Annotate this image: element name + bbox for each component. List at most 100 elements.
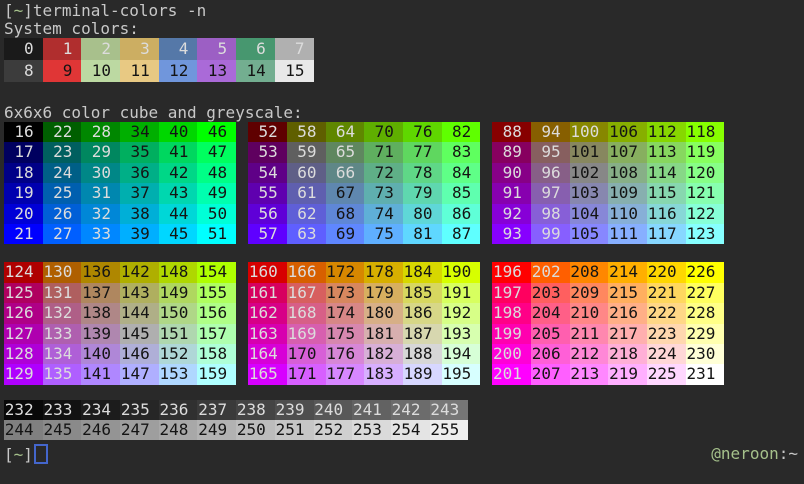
- color-cell: 133: [43, 324, 82, 344]
- color-cell: 129: [4, 364, 43, 384]
- color-cell: 43: [159, 183, 198, 203]
- color-cell: 116: [647, 204, 686, 224]
- color-cell: 21: [4, 224, 43, 244]
- color-cell: 244: [4, 420, 43, 440]
- color-cell: 57: [248, 224, 287, 244]
- color-cell: 111: [608, 224, 647, 244]
- color-cell: 226: [686, 262, 725, 282]
- color-cell: 204: [531, 303, 570, 323]
- color-cell: 168: [287, 303, 326, 323]
- color-cell: 24: [43, 163, 82, 183]
- color-cell: 19: [4, 183, 43, 203]
- color-cell: 63: [287, 224, 326, 244]
- color-cell: 179: [364, 283, 403, 303]
- color-cell: 121: [686, 183, 725, 203]
- color-cell: 93: [492, 224, 531, 244]
- color-cell: 3: [120, 38, 159, 60]
- color-cell: 108: [608, 163, 647, 183]
- color-cell: 8: [4, 60, 43, 82]
- color-cube-block: 8889909192939495969798991001011021031041…: [492, 122, 724, 244]
- color-cell: 185: [403, 283, 442, 303]
- color-cell: 15: [275, 60, 314, 82]
- color-cell: 151: [159, 324, 198, 344]
- color-cell: 253: [352, 420, 391, 440]
- color-cell: 104: [570, 204, 609, 224]
- greyscale-row: 232233234235236237238239240241242243: [4, 400, 804, 420]
- color-cell: 134: [43, 344, 82, 364]
- color-cell: 9: [43, 60, 82, 82]
- color-cell: 155: [197, 283, 236, 303]
- color-cell: 70: [364, 122, 403, 142]
- color-cell: 141: [81, 364, 120, 384]
- color-cell: 42: [159, 163, 198, 183]
- color-cell: 11: [120, 60, 159, 82]
- color-cell: 182: [364, 344, 403, 364]
- color-cell: 219: [608, 364, 647, 384]
- color-cell: 173: [326, 283, 365, 303]
- color-cell: 156: [197, 303, 236, 323]
- color-cube-block: 5253545556575859606162636465666768697071…: [248, 122, 480, 244]
- color-cell: 83: [442, 142, 481, 162]
- color-cell: 98: [531, 204, 570, 224]
- color-cell: 20: [4, 204, 43, 224]
- color-cell: 52: [248, 122, 287, 142]
- color-cell: 60: [287, 163, 326, 183]
- color-cell: 142: [120, 262, 159, 282]
- color-cell: 30: [81, 163, 120, 183]
- color-cell: 242: [391, 400, 430, 420]
- color-cell: 79: [403, 183, 442, 203]
- color-cell: 187: [403, 324, 442, 344]
- color-cell: 16: [4, 122, 43, 142]
- color-cell: 243: [430, 400, 469, 420]
- prompt-bracket-close: ]: [23, 445, 33, 464]
- color-cell: 94: [531, 122, 570, 142]
- color-cell: 224: [647, 344, 686, 364]
- color-cell: 76: [403, 122, 442, 142]
- color-cell: 33: [81, 224, 120, 244]
- color-cell: 127: [4, 324, 43, 344]
- color-cell: 36: [120, 163, 159, 183]
- color-cube-band-2: 1241251261271281291301311321331341351361…: [4, 262, 804, 384]
- color-cell: 23: [43, 142, 82, 162]
- color-cell: 245: [43, 420, 82, 440]
- color-cell: 12: [159, 60, 198, 82]
- color-cell: 4: [159, 38, 198, 60]
- color-cell: 5: [197, 38, 236, 60]
- color-cell: 126: [4, 303, 43, 323]
- color-cell: 164: [248, 344, 287, 364]
- color-cell: 27: [43, 224, 82, 244]
- color-cell: 96: [531, 163, 570, 183]
- color-cell: 175: [326, 324, 365, 344]
- color-cell: 97: [531, 183, 570, 203]
- color-cell: 119: [686, 142, 725, 162]
- color-cell: 75: [364, 224, 403, 244]
- color-cell: 95: [531, 142, 570, 162]
- color-cell: 230: [686, 344, 725, 364]
- color-cell: 174: [326, 303, 365, 323]
- terminal-window[interactable]: [~]terminal-colors -n System colors: 012…: [0, 0, 804, 484]
- color-cell: 163: [248, 324, 287, 344]
- color-cell: 201: [492, 364, 531, 384]
- prompt-bracket-open: [: [4, 445, 14, 464]
- color-cell: 55: [248, 183, 287, 203]
- color-cube-block: 1961971981992002012022032042052062072082…: [492, 262, 724, 384]
- color-cell: 195: [442, 364, 481, 384]
- color-cell: 236: [159, 400, 198, 420]
- color-cell: 178: [364, 262, 403, 282]
- color-cell: 72: [364, 163, 403, 183]
- color-cell: 233: [43, 400, 82, 420]
- color-cell: 65: [326, 142, 365, 162]
- color-cell: 180: [364, 303, 403, 323]
- color-cell: 241: [352, 400, 391, 420]
- color-cell: 89: [492, 142, 531, 162]
- color-cell: 254: [391, 420, 430, 440]
- color-cell: 194: [442, 344, 481, 364]
- color-cell: 131: [43, 283, 82, 303]
- color-cell: 225: [647, 364, 686, 384]
- color-cell: 137: [81, 283, 120, 303]
- color-cell: 54: [248, 163, 287, 183]
- color-cell: 143: [120, 283, 159, 303]
- color-cell: 246: [81, 420, 120, 440]
- color-cell: 206: [531, 344, 570, 364]
- color-cell: 234: [81, 400, 120, 420]
